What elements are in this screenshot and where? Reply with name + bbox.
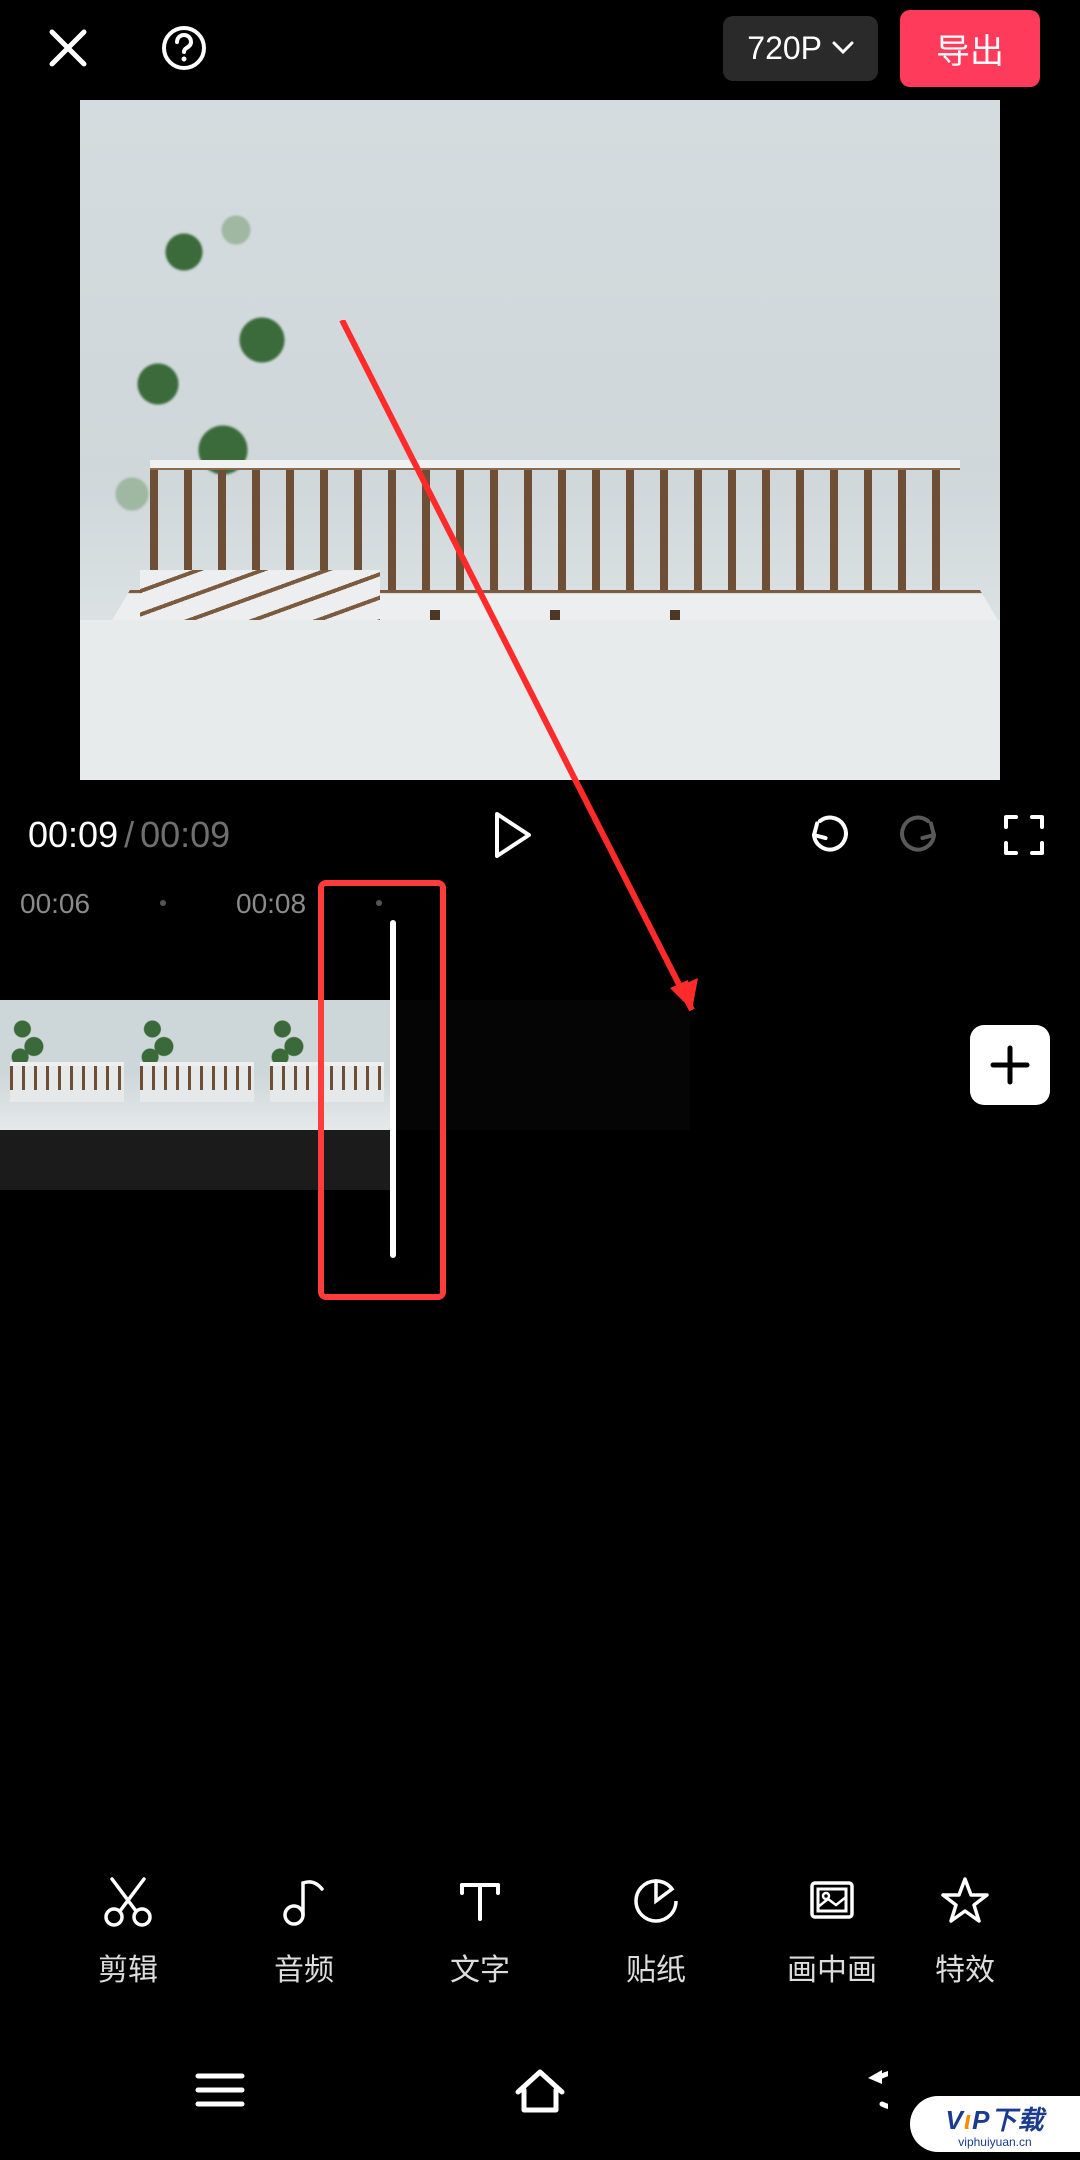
- tool-label: 文字: [450, 1945, 510, 1989]
- fullscreen-icon: [1002, 813, 1046, 857]
- music-note-icon: [276, 1873, 332, 1929]
- time-ruler: 00:06 00:08: [0, 880, 1080, 926]
- play-button[interactable]: [485, 807, 541, 863]
- undo-button[interactable]: [796, 807, 852, 863]
- playback-right-group: [796, 807, 1052, 863]
- nav-back-button[interactable]: [820, 2060, 900, 2120]
- playback-bar: 00:09/00:09: [0, 790, 1080, 880]
- preview-area: [0, 96, 1080, 790]
- sticker-icon: [628, 1873, 684, 1929]
- top-right-group: 720P 导出: [723, 10, 1040, 87]
- ruler-mark: 00:06: [20, 888, 90, 920]
- help-button[interactable]: [156, 20, 212, 76]
- preview-snow: [80, 620, 1000, 780]
- resolution-button[interactable]: 720P: [723, 16, 878, 81]
- audio-track[interactable]: [0, 1130, 390, 1190]
- watermark: VιP下载 viphuiyuan.cn: [910, 2096, 1080, 2152]
- duration-time: 00:09: [140, 814, 230, 855]
- play-icon: [493, 812, 533, 858]
- home-icon: [512, 2066, 568, 2114]
- add-clip-button[interactable]: [970, 1025, 1050, 1105]
- scissors-icon: [100, 1873, 156, 1929]
- time-separator: /: [124, 814, 134, 855]
- tool-pip[interactable]: 画中画: [744, 1871, 920, 1989]
- ruler-dot: [376, 900, 382, 906]
- menu-icon: [194, 2070, 246, 2110]
- tool-label: 剪辑: [98, 1945, 158, 1989]
- tool-cut[interactable]: 剪辑: [40, 1871, 216, 1989]
- tool-label: 特效: [935, 1945, 995, 1989]
- star-icon: [937, 1873, 993, 1929]
- tool-sticker[interactable]: 贴纸: [568, 1871, 744, 1989]
- tool-audio[interactable]: 音频: [216, 1871, 392, 1989]
- clip-thumbnail[interactable]: [0, 1000, 130, 1130]
- close-button[interactable]: [40, 20, 96, 76]
- picture-in-picture-icon: [804, 1873, 860, 1929]
- export-button[interactable]: 导出: [900, 10, 1040, 87]
- tool-label: 音频: [274, 1945, 334, 1989]
- ruler-mark: 00:08: [236, 888, 306, 920]
- bottom-toolbar: 剪辑 音频 文字 贴纸 画中画 特效: [0, 1850, 1080, 2010]
- ruler-dot: [160, 900, 166, 906]
- timecode: 00:09/00:09: [28, 814, 230, 856]
- nav-menu-button[interactable]: [180, 2060, 260, 2120]
- timeline[interactable]: 00:06 00:08: [0, 880, 1080, 1670]
- tool-fx[interactable]: 特效: [920, 1871, 1010, 1989]
- undo-icon: [800, 811, 848, 859]
- clip-thumbnail[interactable]: [260, 1000, 390, 1130]
- clip-track-tail: [390, 1000, 690, 1130]
- clip-track[interactable]: [0, 1000, 390, 1130]
- nav-home-button[interactable]: [500, 2060, 580, 2120]
- export-label: 导出: [936, 33, 1004, 71]
- plus-icon: [989, 1044, 1031, 1086]
- back-icon: [832, 2068, 888, 2112]
- current-time: 00:09: [28, 814, 118, 855]
- tool-text[interactable]: 文字: [392, 1871, 568, 1989]
- text-icon: [452, 1873, 508, 1929]
- close-icon: [46, 26, 90, 70]
- redo-button[interactable]: [896, 807, 952, 863]
- watermark-url: viphuiyuan.cn: [958, 2135, 1031, 2149]
- help-icon: [160, 24, 208, 72]
- redo-icon: [900, 811, 948, 859]
- chevron-down-icon: [832, 41, 854, 55]
- top-bar: 720P 导出: [0, 0, 1080, 96]
- tool-label: 贴纸: [626, 1945, 686, 1989]
- top-left-group: [40, 20, 212, 76]
- resolution-label: 720P: [747, 30, 822, 67]
- video-preview[interactable]: [80, 100, 1000, 780]
- tool-label: 画中画: [787, 1945, 877, 1989]
- fullscreen-button[interactable]: [996, 807, 1052, 863]
- clip-thumbnail[interactable]: [130, 1000, 260, 1130]
- watermark-brand: VιP下载: [946, 2100, 1045, 2137]
